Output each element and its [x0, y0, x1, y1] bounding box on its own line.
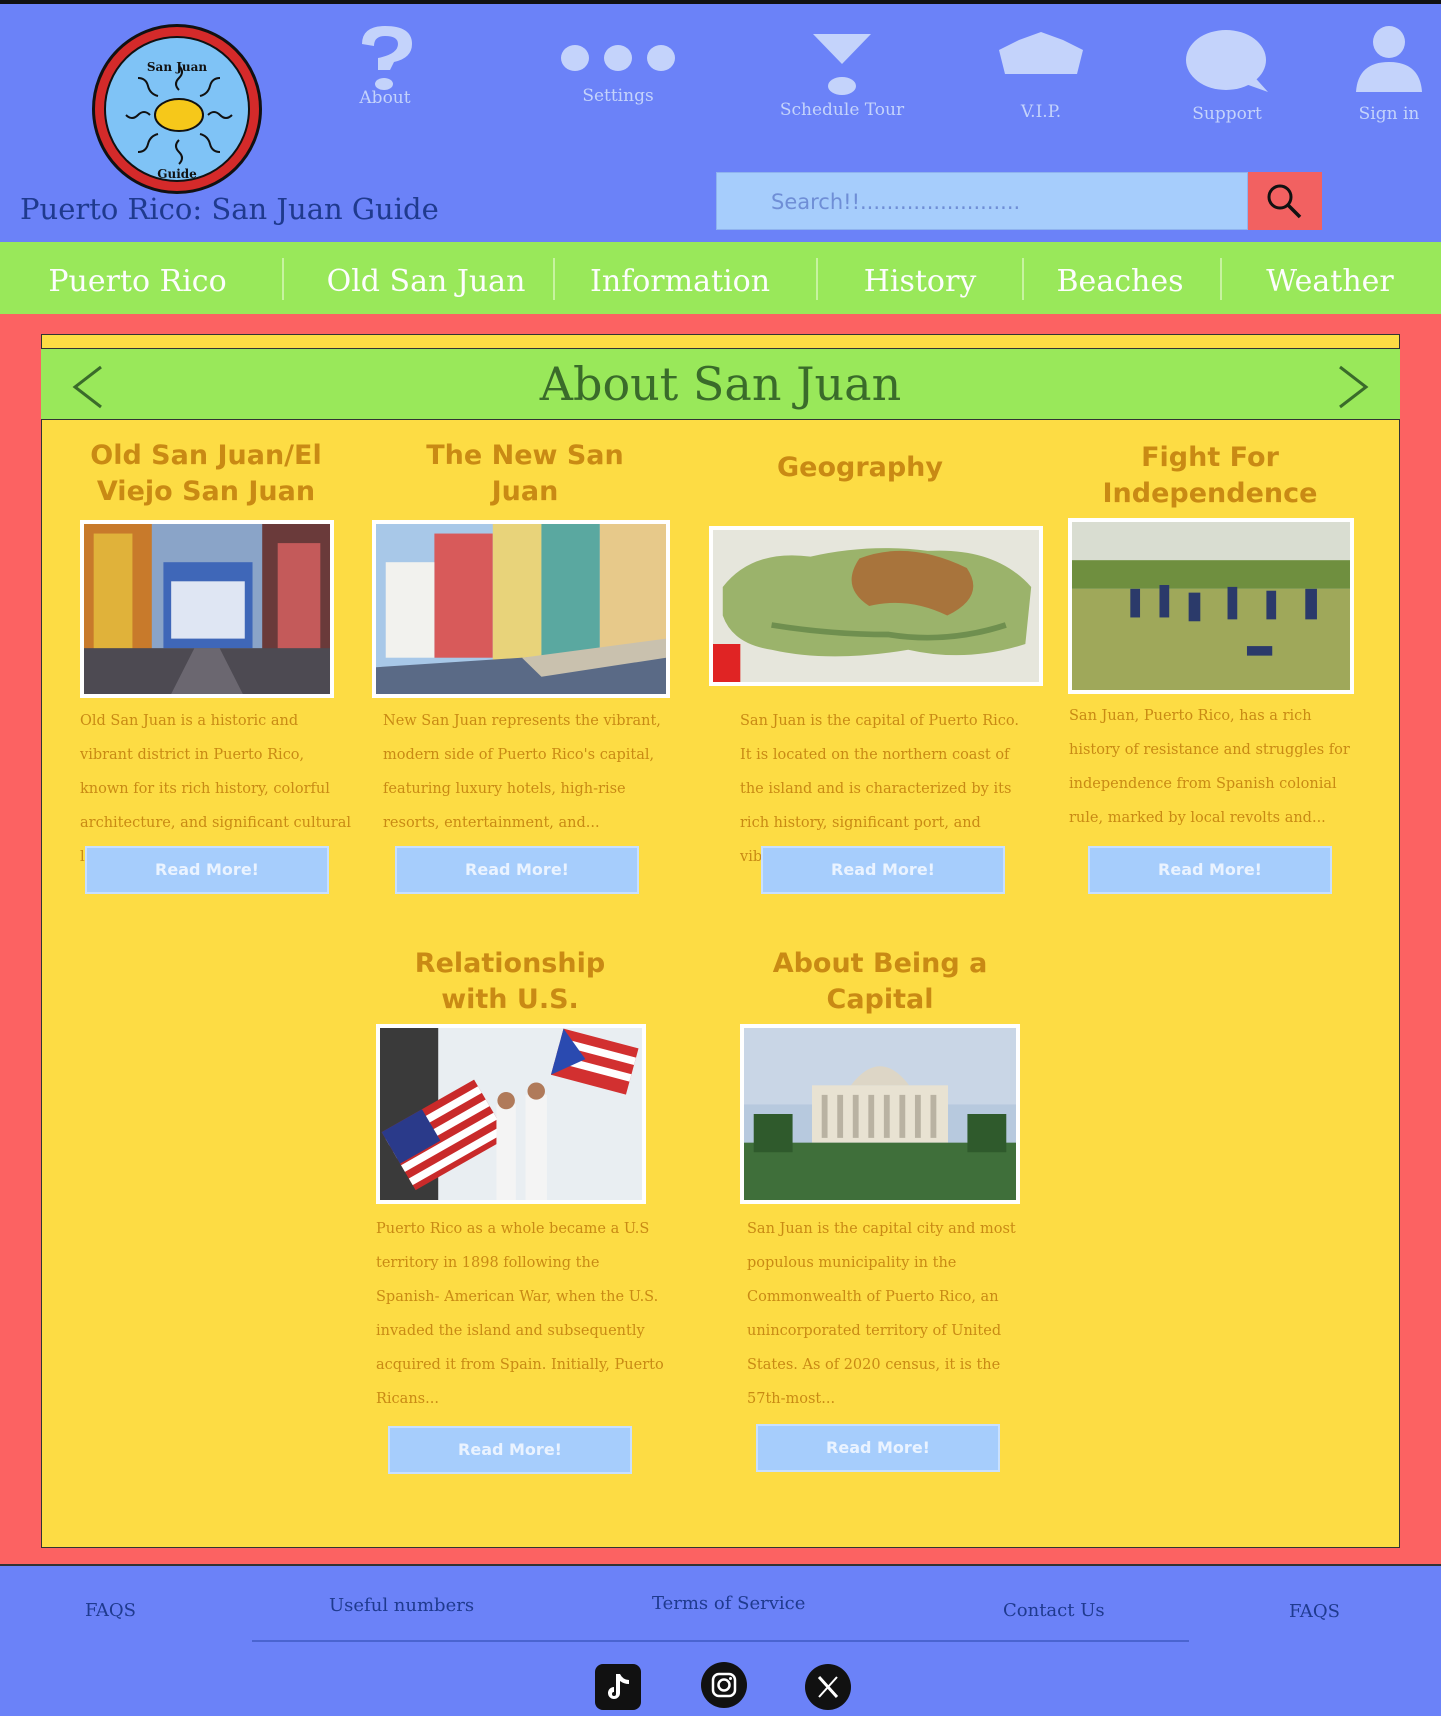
nav-settings[interactable]: Settings: [543, 16, 693, 106]
read-more-button-about-being-a-capital[interactable]: Read More!: [756, 1424, 1000, 1472]
read-more-button-geography[interactable]: Read More!: [761, 846, 1005, 894]
footer-link-contact-us[interactable]: Contact Us: [1003, 1600, 1105, 1621]
ellipsis-icon: [543, 16, 693, 86]
mainnav-beaches[interactable]: Beaches: [1050, 242, 1190, 314]
footer-link-faqs[interactable]: FAQS: [85, 1600, 136, 1621]
card-title-old-san-juan: Old San Juan/El Viejo San Juan: [90, 440, 322, 507]
battle-painting: [1072, 522, 1350, 690]
instagram-icon[interactable]: [701, 1662, 747, 1708]
nav-divider: [282, 258, 284, 300]
mainnav-weather[interactable]: Weather: [1255, 242, 1405, 314]
card-text-about-being-a-capital: San Juan is the capital city and most po…: [747, 1221, 1016, 1407]
chevron-right-icon[interactable]: [1336, 365, 1370, 409]
crown-icon: [966, 18, 1116, 88]
footer-link-faqs-secondary[interactable]: FAQS: [1289, 1601, 1340, 1622]
tour-icon: [767, 18, 917, 95]
nav-about[interactable]: About: [310, 18, 460, 108]
card-title-about-being-a-capital: About Being a Capital: [772, 948, 988, 1015]
nav-sign-in-label: Sign in: [1358, 104, 1420, 124]
new-san-juan-photo: [376, 524, 666, 694]
question-icon: [310, 18, 460, 90]
nav-support[interactable]: Support: [1152, 18, 1302, 124]
nav-schedule-tour[interactable]: Schedule Tour: [767, 18, 917, 120]
user-icon: [1314, 18, 1441, 92]
logo-text-top: San Juan: [146, 60, 208, 74]
tiktok-icon[interactable]: [595, 1664, 641, 1710]
mainnav-information[interactable]: Information: [580, 242, 780, 314]
card-text-fight-for-independence: San Juan, Puerto Rico, has a rich histor…: [1069, 708, 1350, 826]
card-text-relationship-with-us: Puerto Rico as a whole became a U.S terr…: [376, 1221, 664, 1407]
logo-text-bottom: Guide: [157, 167, 197, 181]
chat-bubble-icon: [1152, 18, 1302, 92]
site-logo[interactable]: San Juan Guide: [92, 24, 262, 194]
old-san-juan-photo: [84, 524, 330, 694]
nav-vip-label: V.I.P.: [1020, 102, 1062, 122]
read-more-button-relationship-with-us[interactable]: Read More!: [388, 1426, 632, 1474]
card-title-new-san-juan: The New San Juan: [426, 440, 624, 507]
card-image-about-being-a-capital[interactable]: [740, 1024, 1020, 1204]
nav-settings-label: Settings: [582, 86, 654, 106]
card-title-geography: Geography: [776, 452, 944, 483]
card-image-new-san-juan[interactable]: [372, 520, 670, 698]
card-image-geography[interactable]: [709, 526, 1043, 686]
nav-sign-in[interactable]: Sign in: [1314, 18, 1441, 124]
mainnav-history[interactable]: History: [845, 242, 995, 314]
site-title: Puerto Rico: San Juan Guide: [20, 192, 439, 226]
mainnav-old-san-juan[interactable]: Old San Juan: [315, 242, 537, 314]
footer-divider: [252, 1640, 1189, 1642]
capitol-photo: [744, 1028, 1016, 1200]
card-image-relationship-with-us[interactable]: [376, 1024, 646, 1204]
panel-title: About San Juan: [539, 357, 902, 411]
card-title-relationship-with-us: Relationship with U.S.: [414, 948, 606, 1015]
nav-divider: [1022, 258, 1024, 300]
nav-divider: [816, 258, 818, 300]
nav-vip[interactable]: V.I.P.: [966, 18, 1116, 122]
card-title-fight-for-independence: Fight For Independence: [1102, 442, 1318, 509]
logo-badge: San Juan Guide: [104, 36, 250, 182]
footer-link-useful-numbers[interactable]: Useful numbers: [329, 1595, 474, 1616]
card-text-new-san-juan: New San Juan represents the vibrant, mod…: [383, 713, 661, 831]
card-image-old-san-juan[interactable]: [80, 520, 334, 698]
geography-map: [713, 530, 1039, 682]
search-input[interactable]: [717, 173, 1249, 231]
nav-divider: [553, 258, 555, 300]
read-more-button-fight-for-independence[interactable]: Read More!: [1088, 846, 1332, 894]
about-panel: [41, 334, 1400, 1548]
nav-divider: [1220, 258, 1222, 300]
read-more-button-new-san-juan[interactable]: Read More!: [395, 846, 639, 894]
main-navigation: Puerto Rico Old San Juan Information His…: [0, 242, 1441, 314]
mainnav-puerto-rico[interactable]: Puerto Rico: [30, 242, 245, 314]
carousel-header: About San Juan: [41, 348, 1400, 420]
card-image-fight-for-independence[interactable]: [1068, 518, 1354, 694]
nav-schedule-tour-label: Schedule Tour: [779, 100, 905, 120]
search-container: [716, 172, 1249, 231]
footer-link-terms-of-service[interactable]: Terms of Service: [652, 1593, 805, 1614]
search-icon: [1267, 184, 1302, 219]
nav-support-label: Support: [1192, 104, 1262, 124]
search-button[interactable]: [1248, 172, 1322, 230]
flags-photo: [380, 1028, 642, 1200]
x-icon[interactable]: [805, 1664, 851, 1710]
read-more-button-old-san-juan[interactable]: Read More!: [85, 846, 329, 894]
